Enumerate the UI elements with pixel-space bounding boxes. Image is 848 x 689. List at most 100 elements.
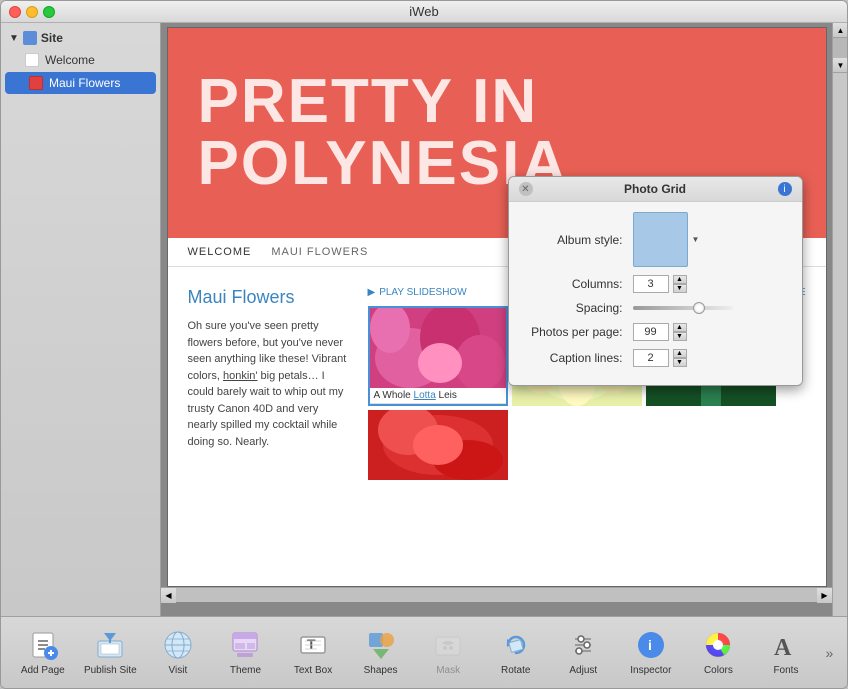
panel-row-columns: Columns: ▲ ▼ [523,275,788,293]
maximize-button[interactable] [43,6,55,18]
toolbar-add-page[interactable]: Add Page [9,621,77,685]
content-area: PRETTY IN POLYNESIA WELCOME MAUI FLOWERS… [161,23,832,616]
sidebar-item-welcome[interactable]: Welcome [1,49,160,71]
panel-close-button[interactable]: ✕ [519,182,533,196]
adjust-icon [567,629,599,661]
h-scroll-track[interactable] [176,588,817,602]
toolbar-publish-site[interactable]: Publish Site [77,621,145,685]
panel-row-album-style: Album style: ▼ [523,212,788,267]
scroll-down[interactable]: ▼ [833,58,847,73]
sidebar-item-maui-flowers[interactable]: Maui Flowers [5,72,156,94]
toolbar-text-box[interactable]: T Text Box [279,621,347,685]
toolbar-rotate[interactable]: Rotate [482,621,550,685]
svg-text:T: T [307,636,316,652]
publish-site-icon [94,629,126,661]
text-box-icon: T [297,629,329,661]
photos-per-page-down[interactable]: ▼ [673,332,687,341]
toolbar-overflow[interactable]: » [820,645,839,661]
toolbar-shapes[interactable]: Shapes [347,621,415,685]
panel-header: ✕ Photo Grid i [509,177,802,202]
svg-text:A: A [774,635,792,661]
traffic-lights [9,6,55,18]
page-title: Maui Flowers [188,287,348,308]
mask-label: Mask [436,665,460,676]
spacing-slider[interactable] [633,301,733,315]
toolbar-mask: Mask [414,621,482,685]
caption-link[interactable]: Lotta [414,390,436,401]
slideshow-label: PLAY SLIDESHOW [379,287,466,298]
columns-control: ▲ ▼ [633,275,687,293]
expand-triangle[interactable]: ▼ [9,33,19,44]
caption-lines-stepper: ▲ ▼ [673,349,687,367]
panel-row-spacing: Spacing: [523,301,788,315]
inspector-icon: i [635,629,667,661]
album-style-box[interactable] [633,212,688,267]
panel-title: Photo Grid [624,182,686,196]
columns-down[interactable]: ▼ [673,284,687,293]
columns-label: Columns: [523,277,633,291]
photo-thumb-4[interactable] [368,410,508,480]
album-style-arrow[interactable]: ▼ [692,235,700,244]
colors-icon [702,629,734,661]
title-bar: iWeb [1,1,847,23]
sidebar-site-label: Site [41,31,63,45]
panel-info-button[interactable]: i [778,182,792,196]
page-icon-welcome [25,53,39,67]
caption-lines-input[interactable] [633,349,669,367]
toolbar-inspector[interactable]: i Inspector [617,621,685,685]
shapes-icon [365,629,397,661]
slider-track [633,306,733,310]
theme-label: Theme [230,665,261,676]
nav-maui-flowers[interactable]: MAUI FLOWERS [271,246,368,258]
flower-pink-image [370,308,506,388]
columns-input[interactable] [633,275,669,293]
columns-stepper: ▲ ▼ [673,275,687,293]
text-box-label: Text Box [294,665,332,676]
scroll-thumb[interactable] [833,38,847,58]
caption-lines-up[interactable]: ▲ [673,349,687,358]
h-scroll-right[interactable]: ▶ [817,588,832,603]
vertical-scrollbar: ▲ ▼ [832,23,847,616]
mask-icon [432,629,464,661]
slider-thumb[interactable] [693,302,705,314]
hero-line1: PRETTY IN [198,71,569,133]
scroll-up[interactable]: ▲ [833,23,847,38]
window-title: iWeb [409,4,438,19]
photos-per-page-input[interactable] [633,323,669,341]
close-button[interactable] [9,6,21,18]
columns-up[interactable]: ▲ [673,275,687,284]
visit-icon [162,629,194,661]
nav-welcome[interactable]: WELCOME [188,246,252,258]
slideshow-button[interactable]: ▶ PLAY SLIDESHOW [368,287,467,298]
album-style-label: Album style: [523,233,633,247]
toolbar-theme[interactable]: Theme [212,621,280,685]
toolbar-visit[interactable]: Visit [144,621,212,685]
site-icon [23,31,37,45]
sidebar: ▼ Site Welcome Maui Flowers [1,23,161,616]
add-page-label: Add Page [21,665,65,676]
toolbar-adjust[interactable]: Adjust [550,621,618,685]
main-window: iWeb ▼ Site Welcome Maui Flowers [0,0,848,689]
caption-lines-control: ▲ ▼ [633,349,687,367]
rotate-icon [500,629,532,661]
colors-label: Colors [704,665,733,676]
minimize-button[interactable] [26,6,38,18]
panel-row-photos-per-page: Photos per page: ▲ ▼ [523,323,788,341]
sidebar-label-welcome: Welcome [45,53,95,67]
caption-lines-label: Caption lines: [523,351,633,365]
play-icon: ▶ [368,287,376,298]
page-icon-maui-flowers [29,76,43,90]
rotate-label: Rotate [501,665,530,676]
fonts-label: Fonts [773,665,798,676]
photo-grid-panel: ✕ Photo Grid i Album style: ▼ [508,176,803,386]
svg-text:i: i [648,637,652,653]
adjust-label: Adjust [569,665,597,676]
add-page-icon [27,629,59,661]
toolbar-colors[interactable]: Colors [685,621,753,685]
photos-per-page-up[interactable]: ▲ [673,323,687,332]
h-scroll-left[interactable]: ◀ [161,588,176,603]
photo-thumb-1[interactable]: A Whole Lotta Leis [368,306,508,406]
left-column: Maui Flowers Oh sure you've seen pretty … [188,287,348,480]
toolbar-fonts[interactable]: A Fonts [752,621,820,685]
caption-lines-down[interactable]: ▼ [673,358,687,367]
